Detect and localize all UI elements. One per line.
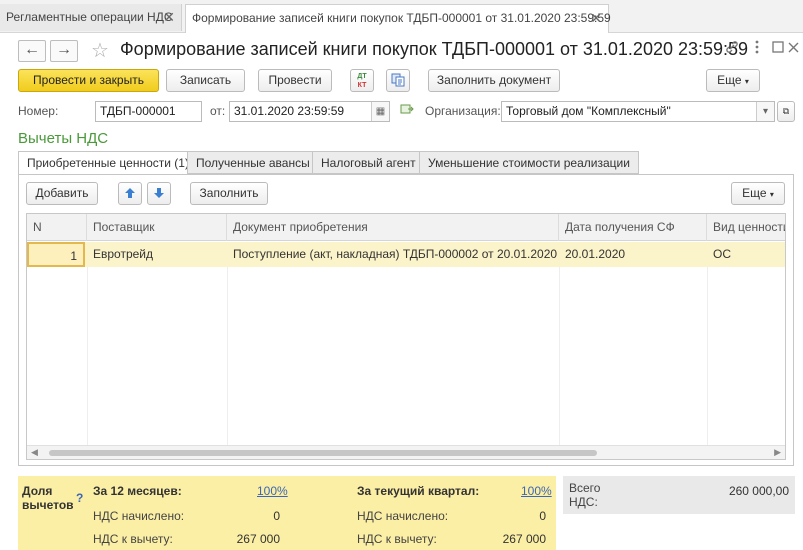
purchases-table: N Поставщик Документ приобретения Дата п… (26, 213, 786, 460)
more-label: Еще (717, 73, 742, 87)
column-header-supplier[interactable]: Поставщик (87, 214, 227, 241)
number-label: Номер: (18, 104, 59, 118)
tab-sales-cost-reduction[interactable]: Уменьшение стоимости реализации (419, 151, 639, 174)
months-deduct-value: 267 000 (236, 532, 280, 546)
link-icon[interactable] (725, 40, 739, 58)
scrollbar-thumb[interactable] (49, 450, 597, 456)
dropdown-arrow-icon[interactable]: ▾ (756, 102, 774, 121)
months-title: За 12 месяцев: (93, 484, 182, 498)
cell-supplier[interactable]: Евротрейд (87, 242, 227, 267)
maximize-icon[interactable] (772, 40, 784, 57)
forward-button[interactable]: → (50, 40, 78, 62)
column-divider (707, 267, 708, 445)
move-up-button[interactable] (118, 182, 142, 205)
cell-asset-type[interactable]: ОС (707, 242, 785, 267)
favorite-star-icon[interactable]: ☆ (91, 38, 109, 63)
kt-label: КТ (357, 82, 367, 89)
add-button[interactable]: Добавить (26, 182, 98, 205)
cell-invoice-date[interactable]: 20.01.2020 (559, 242, 707, 267)
open-icon: ⧉ (782, 106, 790, 116)
total-vat-value: 260 000,00 (728, 484, 789, 498)
total-label: Всего (569, 481, 601, 495)
post-button[interactable]: Провести (258, 69, 332, 92)
window-tab-strip: Регламентные операции НДС ✕ Формирование… (0, 0, 803, 33)
tab-acquired-values[interactable]: Приобретенные ценности (1) (18, 151, 198, 175)
column-header-acquisition-document[interactable]: Документ приобретения (227, 214, 559, 241)
table-row[interactable]: 1 Евротрейд Поступление (акт, накладная)… (27, 242, 785, 267)
organization-value: Торговый дом "Комплексный" (506, 104, 671, 118)
column-header-n[interactable]: N (27, 214, 87, 241)
document-arrow-icon[interactable] (400, 103, 414, 118)
months-charged-label: НДС начислено: (93, 509, 185, 523)
tab-vat-operations[interactable]: Регламентные операции НДС ✕ (0, 4, 182, 31)
quarter-charged-label: НДС начислено: (357, 509, 449, 523)
table-header: N Поставщик Документ приобретения Дата п… (27, 214, 785, 241)
arrow-down-icon (154, 188, 164, 198)
column-header-asset-type[interactable]: Вид ценности (707, 214, 785, 241)
column-divider (227, 267, 228, 445)
close-icon[interactable] (788, 40, 799, 57)
tab-label: Формирование записей книги покупок ТДБП-… (192, 11, 611, 25)
quarter-charged-value: 0 (539, 509, 546, 523)
back-button[interactable]: ← (18, 40, 46, 62)
dt-label: ДТ (357, 73, 367, 80)
column-divider (559, 267, 560, 445)
months-charged-value: 0 (273, 509, 280, 523)
move-down-button[interactable] (147, 182, 171, 205)
cell-acquisition-document[interactable]: Поступление (акт, накладная) ТДБП-000002… (227, 242, 559, 267)
column-divider (87, 267, 88, 445)
tab-received-advances[interactable]: Полученные авансы (187, 151, 319, 174)
fill-button[interactable]: Заполнить (190, 182, 268, 205)
deduction-share-panel: Доля вычетов ? За 12 месяцев: 100% НДС н… (18, 476, 556, 550)
table-more-button[interactable]: Еще ▾ (731, 182, 785, 205)
page-title: Формирование записей книги покупок ТДБП-… (120, 39, 749, 59)
months-deduct-label: НДС к вычету: (93, 532, 173, 546)
open-organization-button[interactable]: ⧉ (777, 101, 795, 122)
total-vat-panel: Всего НДС: 260 000,00 (563, 476, 795, 514)
date-field[interactable]: 31.01.2020 23:59:59 ▦ (229, 101, 390, 122)
dt-kt-icon: ДТ КТ (351, 70, 373, 90)
organization-field[interactable]: Торговый дом "Комплексный" ▾ (501, 101, 775, 122)
post-and-close-button[interactable]: Провести и закрыть (18, 69, 159, 92)
structure-icon (391, 73, 405, 87)
dropdown-arrow-icon: ▾ (744, 77, 749, 86)
column-header-invoice-date[interactable]: Дата получения СФ (559, 214, 707, 241)
date-value: 31.01.2020 23:59:59 (234, 104, 345, 118)
cell-n[interactable]: 1 (27, 242, 85, 267)
structure-button[interactable] (386, 69, 410, 92)
tab-label: Регламентные операции НДС (6, 10, 173, 24)
tab-purchase-book-document[interactable]: Формирование записей книги покупок ТДБП-… (185, 4, 611, 33)
date-label: от: (210, 104, 226, 118)
tab-tax-agent[interactable]: Налоговый агент (312, 151, 425, 174)
share-label-2: вычетов (22, 498, 74, 512)
more-label: Еще (742, 186, 767, 200)
months-percent-link[interactable]: 100% (257, 484, 288, 498)
fill-document-button[interactable]: Заполнить документ (428, 69, 560, 92)
quarter-deduct-value: 267 000 (502, 532, 546, 546)
arrow-up-icon (125, 188, 135, 198)
arrow-left-icon: ← (24, 41, 40, 58)
quarter-deduct-label: НДС к вычету: (357, 532, 437, 546)
section-title: Вычеты НДС (18, 130, 109, 147)
more-vertical-icon[interactable] (754, 40, 760, 58)
organization-label: Организация: (425, 104, 501, 118)
share-label: Доля (22, 484, 53, 498)
save-button[interactable]: Записать (166, 69, 245, 92)
total-label-2: НДС: (569, 495, 598, 509)
scroll-left-icon[interactable]: ◀ (31, 447, 38, 458)
scroll-right-icon[interactable]: ▶ (774, 447, 781, 458)
quarter-title: За текущий квартал: (357, 484, 480, 498)
close-icon[interactable]: ✕ (163, 4, 175, 30)
calendar-icon[interactable]: ▦ (371, 102, 389, 121)
quarter-percent-link[interactable]: 100% (521, 484, 552, 498)
more-button[interactable]: Еще ▾ (706, 69, 760, 92)
number-field[interactable]: ТДБП-000001 (95, 101, 202, 122)
help-icon[interactable]: ? (76, 491, 83, 505)
close-icon[interactable]: ✕ (590, 5, 602, 31)
horizontal-scrollbar[interactable]: ◀ ▶ (27, 445, 785, 459)
dt-kt-button[interactable]: ДТ КТ (350, 69, 374, 92)
dropdown-arrow-icon: ▾ (769, 190, 774, 199)
arrow-right-icon: → (56, 41, 72, 58)
